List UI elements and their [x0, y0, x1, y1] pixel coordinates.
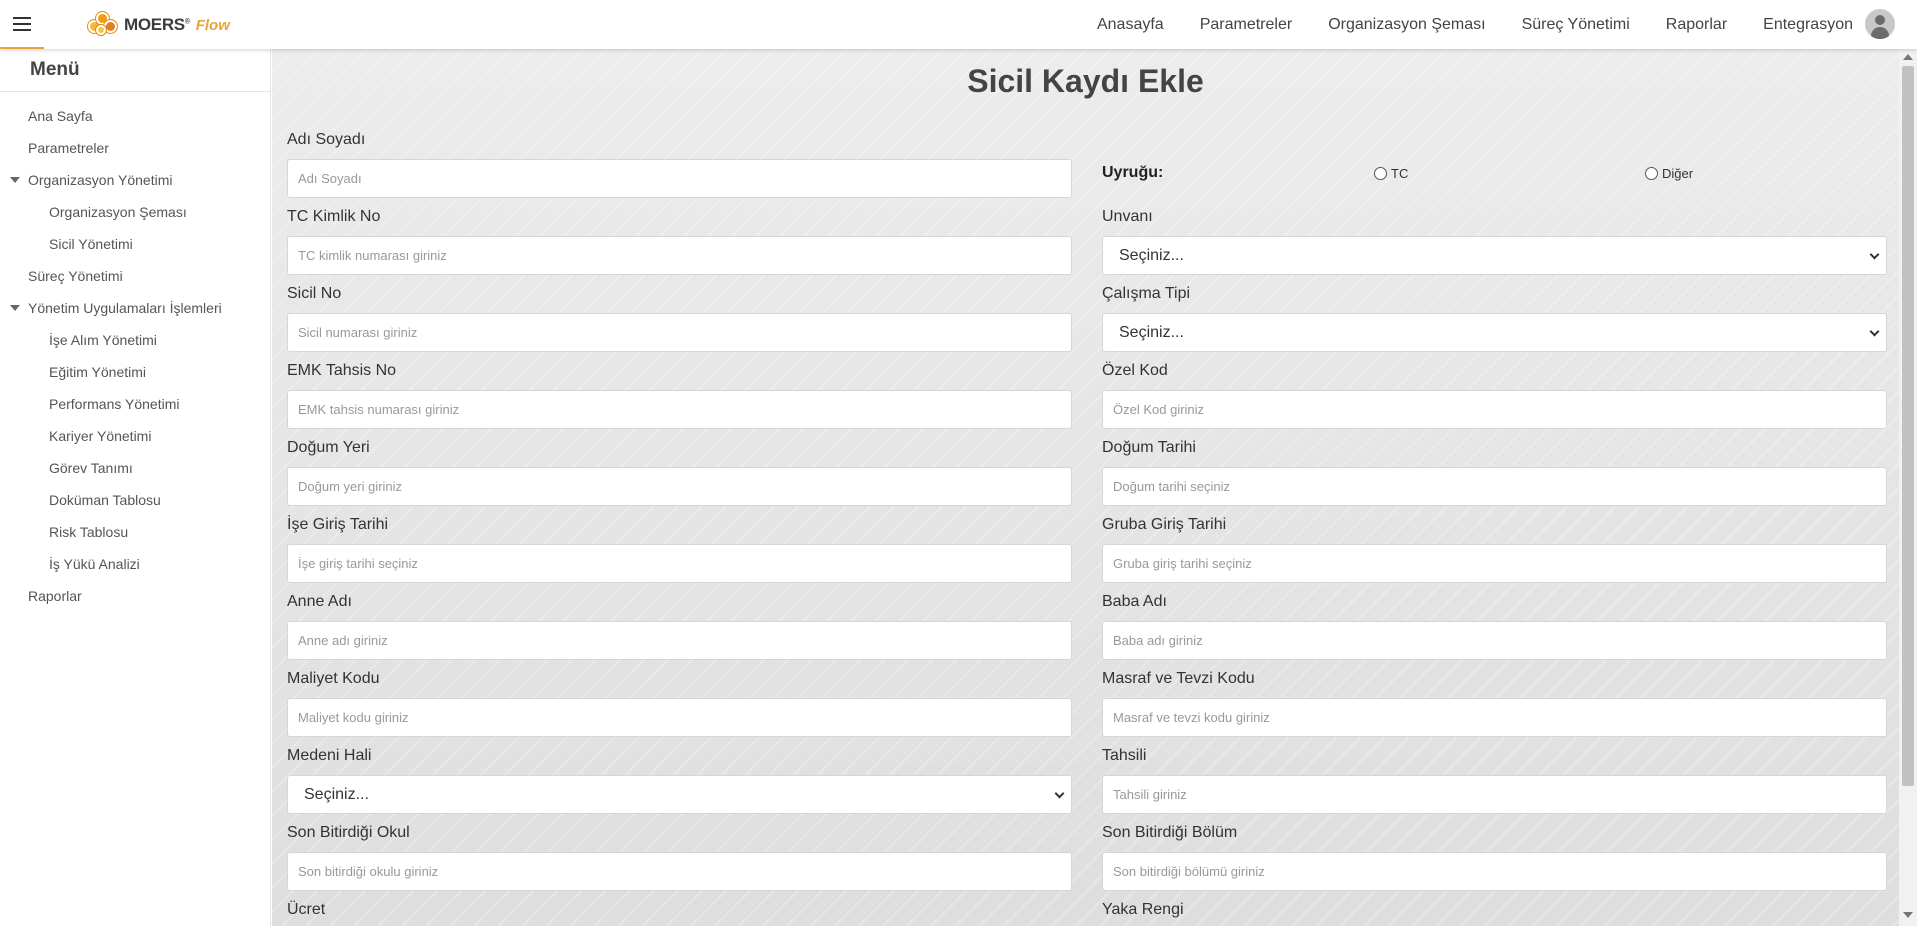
caret-down-icon[interactable]	[10, 305, 20, 311]
sidebar-title: Menü	[0, 49, 270, 92]
unvani-select[interactable]: Seçiniz...	[1102, 236, 1887, 275]
nav-organizasyon-semasi[interactable]: Organizasyon Şeması	[1328, 16, 1485, 34]
nav-entegrasyon[interactable]: Entegrasyon	[1763, 16, 1853, 34]
top-nav: Anasayfa Parametreler Organizasyon Şemas…	[1097, 0, 1853, 49]
nav-raporlar[interactable]: Raporlar	[1666, 16, 1727, 34]
baba-adi-input[interactable]: Baba adı giriniz	[1102, 621, 1887, 660]
sidebar-item-organizasyon-yonetimi[interactable]: Organizasyon Yönetimi	[0, 164, 270, 196]
ise-giris-input[interactable]: İşe giriş tarihi seçiniz	[287, 544, 1072, 583]
sidebar-item-yonetim-uygulamalari[interactable]: Yönetim Uygulamaları İşlemleri	[0, 292, 270, 324]
field-maliyet-kodu: Maliyet Kodu Maliyet kodu giriniz	[287, 670, 1072, 737]
scroll-up-icon[interactable]	[1903, 54, 1913, 60]
radio-diger[interactable]: Diğer	[1645, 166, 1693, 181]
logo-text: MOERS®	[124, 15, 190, 34]
sidebar-item-performans[interactable]: Performans Yönetimi	[0, 388, 270, 420]
adi-soyadi-input[interactable]: Adı Soyadı	[287, 159, 1072, 198]
masraf-kodu-input[interactable]: Masraf ve tevzi kodu giriniz	[1102, 698, 1887, 737]
top-bar: MOERS® Flow Anasayfa Parametreler Organi…	[0, 0, 1917, 49]
hamburger-menu-icon[interactable]	[0, 0, 44, 49]
field-ozel-kod: Özel Kod Özel Kod giriniz	[1102, 362, 1887, 429]
sidebar-item-surec-yonetimi[interactable]: Süreç Yönetimi	[0, 260, 270, 292]
chevron-down-icon	[1869, 249, 1880, 260]
field-medeni-hali: Medeni Hali Seçiniz...	[287, 747, 1072, 814]
uyrugu-label: Uyruğu:	[1102, 164, 1164, 181]
medeni-hali-select[interactable]: Seçiniz...	[287, 775, 1072, 814]
page-title: Sicil Kaydı Ekle	[967, 63, 1204, 99]
user-avatar-icon[interactable]	[1865, 9, 1895, 39]
field-dogum-tarihi: Doğum Tarihi Doğum tarihi seçiniz	[1102, 439, 1887, 506]
sidebar-item-is-yuku-analizi[interactable]: İş Yükü Analizi	[0, 548, 270, 580]
field-calisma-tipi: Çalışma Tipi Seçiniz...	[1102, 285, 1887, 352]
radio-diger-circle-icon[interactable]	[1645, 167, 1658, 180]
sidebar-item-parametreler[interactable]: Parametreler	[0, 132, 270, 164]
caret-down-icon[interactable]	[10, 177, 20, 183]
dogum-yeri-input[interactable]: Doğum yeri giriniz	[287, 467, 1072, 506]
dogum-tarihi-input[interactable]: Doğum tarihi seçiniz	[1102, 467, 1887, 506]
field-sicil-no: Sicil No Sicil numarası giriniz	[287, 285, 1072, 352]
nav-parametreler[interactable]: Parametreler	[1200, 16, 1292, 34]
nav-anasayfa[interactable]: Anasayfa	[1097, 16, 1164, 34]
field-baba-adi: Baba Adı Baba adı giriniz	[1102, 593, 1887, 660]
field-ise-giris: İşe Giriş Tarihi İşe giriş tarihi seçini…	[287, 516, 1072, 583]
sidebar: Menü Ana Sayfa Parametreler Organizasyon…	[0, 49, 271, 926]
maliyet-kodu-input[interactable]: Maliyet kodu giriniz	[287, 698, 1072, 737]
radio-tc-circle-icon[interactable]	[1374, 167, 1387, 180]
sidebar-item-raporlar[interactable]: Raporlar	[0, 580, 270, 612]
logo[interactable]: MOERS® Flow	[86, 9, 230, 41]
field-masraf-kodu: Masraf ve Tevzi Kodu Masraf ve tevzi kod…	[1102, 670, 1887, 737]
chevron-down-icon	[1869, 326, 1880, 337]
sicil-no-input[interactable]: Sicil numarası giriniz	[287, 313, 1072, 352]
sidebar-item-ise-alim[interactable]: İşe Alım Yönetimi	[0, 324, 270, 356]
field-tahsili: Tahsili Tahsili giriniz	[1102, 747, 1887, 814]
field-anne-adi: Anne Adı Anne adı giriniz	[287, 593, 1072, 660]
sidebar-item-gorev-tanimi[interactable]: Görev Tanımı	[0, 452, 270, 484]
son-bolum-input[interactable]: Son bitirdiği bölümü giriniz	[1102, 852, 1887, 891]
calisma-tipi-select[interactable]: Seçiniz...	[1102, 313, 1887, 352]
field-son-okul: Son Bitirdiği Okul Son bitirdiği okulu g…	[287, 824, 1072, 891]
sidebar-item-ana-sayfa[interactable]: Ana Sayfa	[0, 100, 270, 132]
logo-mark-icon	[86, 10, 120, 40]
sidebar-item-organizasyon-semasi[interactable]: Organizasyon Şeması	[0, 196, 270, 228]
scroll-down-icon[interactable]	[1903, 912, 1913, 918]
nav-surec-yonetimi[interactable]: Süreç Yönetimi	[1522, 16, 1630, 34]
field-emk-tahsis: EMK Tahsis No EMK tahsis numarası girini…	[287, 362, 1072, 429]
main-content: Sicil Kaydı Ekle Adı Soyadı Adı Soyadı U…	[272, 49, 1899, 926]
scroll-thumb[interactable]	[1902, 66, 1914, 786]
sidebar-item-dokuman-tablosu[interactable]: Doküman Tablosu	[0, 484, 270, 516]
field-gruba-giris: Gruba Giriş Tarihi Gruba giriş tarihi se…	[1102, 516, 1887, 583]
sidebar-item-egitim[interactable]: Eğitim Yönetimi	[0, 356, 270, 388]
radio-tc[interactable]: TC	[1374, 166, 1408, 181]
field-ucret: Ücret	[287, 901, 326, 918]
tc-kimlik-input[interactable]: TC kimlik numarası giriniz	[287, 236, 1072, 275]
field-son-bolum: Son Bitirdiği Bölüm Son bitirdiği bölümü…	[1102, 824, 1887, 891]
sidebar-item-kariyer[interactable]: Kariyer Yönetimi	[0, 420, 270, 452]
field-unvani: Unvanı Seçiniz...	[1102, 208, 1887, 275]
gruba-giris-input[interactable]: Gruba giriş tarihi seçiniz	[1102, 544, 1887, 583]
field-adi-soyadi: Adı Soyadı Adı Soyadı	[287, 131, 1072, 198]
sidebar-item-sicil-yonetimi[interactable]: Sicil Yönetimi	[0, 228, 270, 260]
field-dogum-yeri: Doğum Yeri Doğum yeri giriniz	[287, 439, 1072, 506]
tahsili-input[interactable]: Tahsili giriniz	[1102, 775, 1887, 814]
chevron-down-icon	[1054, 788, 1065, 799]
field-tc-kimlik: TC Kimlik No TC kimlik numarası giriniz	[287, 208, 1072, 275]
son-okul-input[interactable]: Son bitirdiği okulu giriniz	[287, 852, 1072, 891]
field-yaka-rengi: Yaka Rengi	[1102, 901, 1184, 918]
logo-flow: Flow	[195, 16, 230, 34]
ozel-kod-input[interactable]: Özel Kod giriniz	[1102, 390, 1887, 429]
emk-tahsis-input[interactable]: EMK tahsis numarası giriniz	[287, 390, 1072, 429]
anne-adi-input[interactable]: Anne adı giriniz	[287, 621, 1072, 660]
sidebar-item-risk-tablosu[interactable]: Risk Tablosu	[0, 516, 270, 548]
